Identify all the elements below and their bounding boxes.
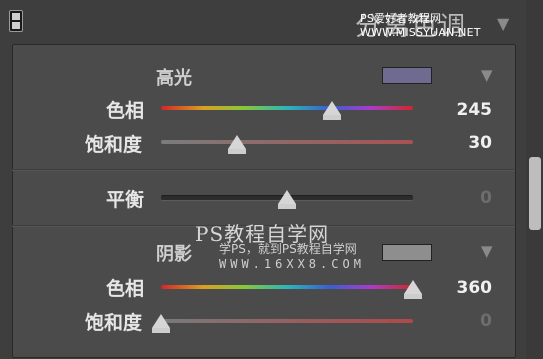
- highlights-saturation-slider[interactable]: [161, 140, 413, 144]
- shadows-title: 阴影: [156, 244, 192, 265]
- highlights-saturation-thumb[interactable]: [227, 135, 246, 154]
- highlights-hue-label: 色相: [106, 100, 145, 122]
- panel-toggle-icon[interactable]: [9, 10, 23, 32]
- highlights-hue-slider[interactable]: [161, 106, 413, 110]
- watermark-top-text: PS爱好者教程网 WWW.MISSYUAN.NET: [360, 12, 481, 39]
- highlights-saturation-value[interactable]: 30: [442, 133, 492, 153]
- highlights-color-swatch[interactable]: [382, 67, 432, 84]
- shadows-hue-slider[interactable]: [161, 285, 413, 289]
- shadows-hue-label: 色相: [106, 278, 145, 300]
- shadows-color-swatch[interactable]: [382, 244, 432, 261]
- balance-value[interactable]: 0: [442, 188, 492, 208]
- shadows-picker-triangle-icon[interactable]: ▼: [481, 242, 493, 260]
- watermark-line-3: WWW.16XX8.COM: [219, 257, 365, 271]
- highlights-saturation-label: 饱和度: [85, 134, 143, 156]
- balance-thumb[interactable]: [278, 190, 296, 209]
- highlights-picker-triangle-icon[interactable]: ▼: [481, 66, 493, 84]
- collapse-triangle-icon[interactable]: ▼: [497, 14, 509, 33]
- scrollbar-thumb[interactable]: [529, 157, 541, 230]
- shadows-hue-thumb[interactable]: [404, 280, 422, 299]
- shadows-saturation-label: 饱和度: [85, 312, 143, 334]
- shadows-saturation-thumb[interactable]: [152, 314, 170, 333]
- shadows-hue-value[interactable]: 360: [442, 278, 493, 298]
- section-divider: [12, 169, 514, 171]
- highlights-hue-thumb[interactable]: [323, 101, 342, 120]
- watermark-line-2: 学PS，就到PS教程自学网: [219, 242, 357, 256]
- balance-label: 平衡: [106, 189, 145, 211]
- shadows-saturation-value[interactable]: 0: [442, 311, 492, 331]
- highlights-title: 高光: [156, 68, 192, 89]
- highlights-hue-value[interactable]: 245: [442, 100, 493, 120]
- shadows-saturation-slider[interactable]: [161, 319, 413, 323]
